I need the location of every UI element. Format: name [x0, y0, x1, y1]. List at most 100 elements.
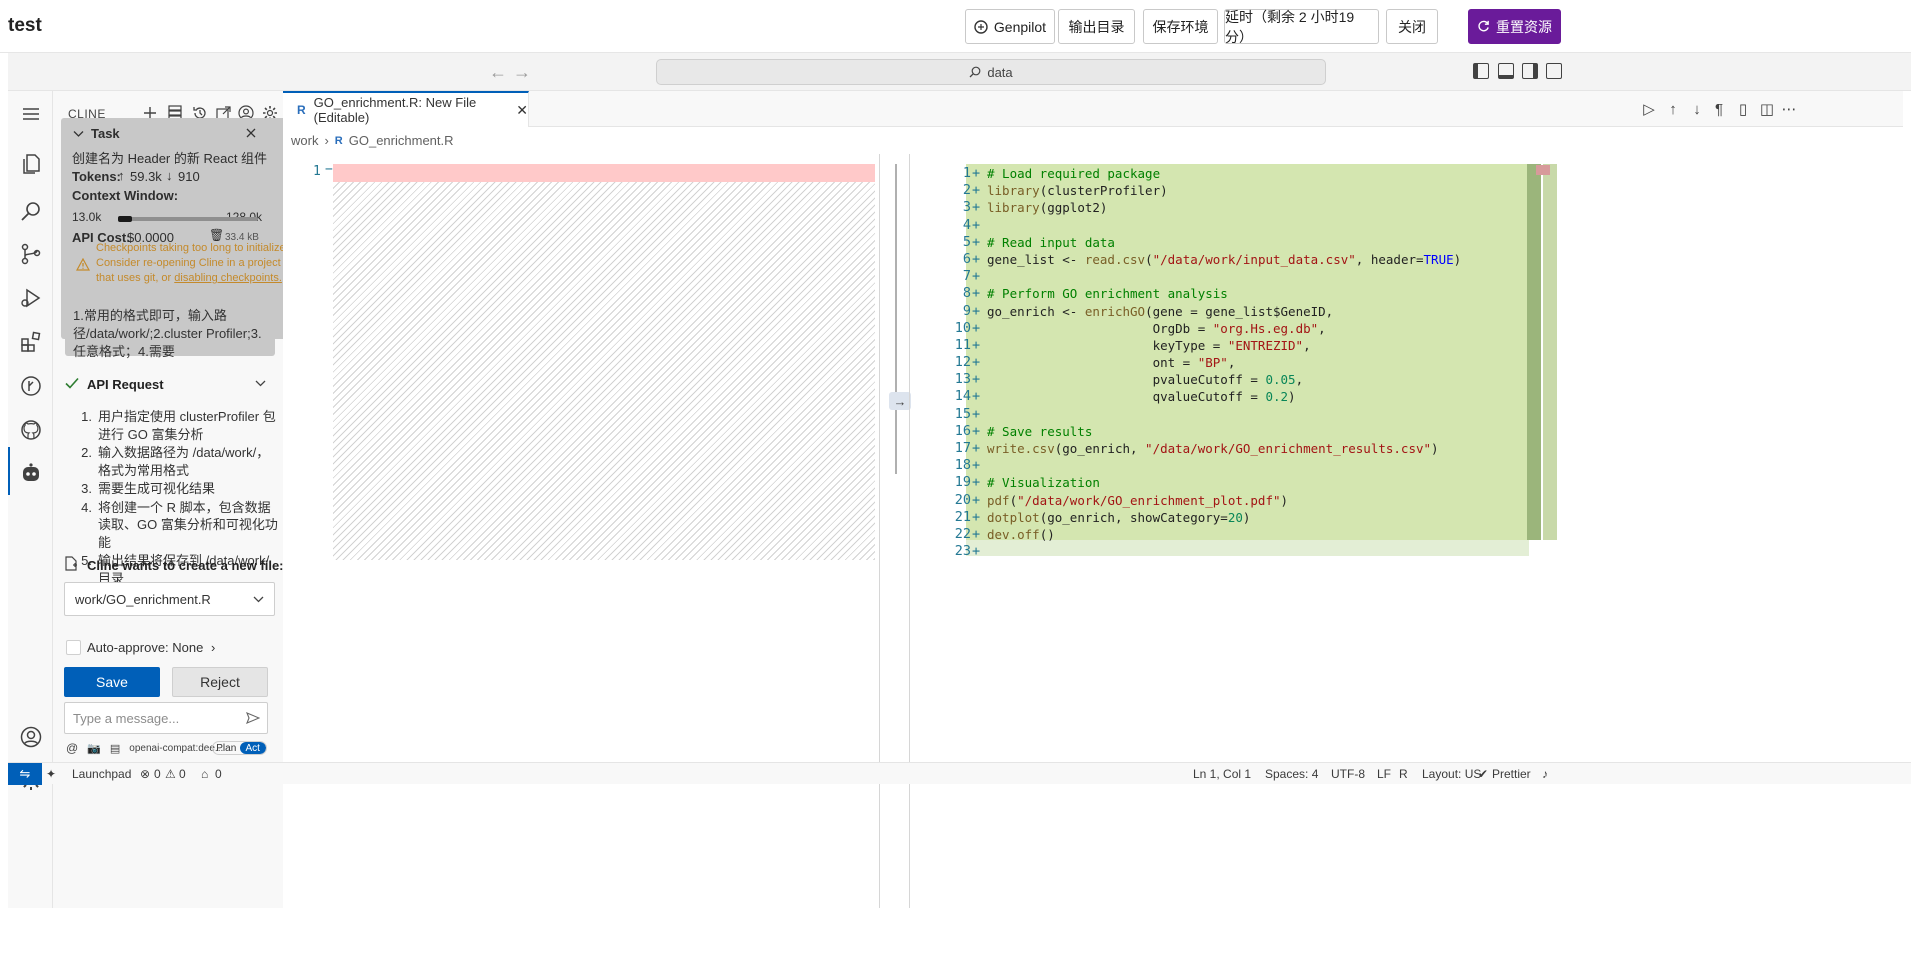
gitlens-icon[interactable] — [18, 373, 44, 399]
plan-act-toggle[interactable]: Plan Act — [212, 741, 267, 755]
model-icon[interactable]: ▤ — [110, 742, 120, 755]
model-selector[interactable]: openai-compat:dee... — [129, 743, 223, 754]
code-line[interactable]: 10 + OrgDb = "org.Hs.eg.db", — [883, 320, 1681, 337]
chevron-down-icon[interactable] — [255, 380, 266, 387]
back-arrow-icon[interactable]: ← — [489, 62, 507, 83]
prettier-check-icon[interactable]: ✔ — [1478, 767, 1488, 781]
forward-arrow-icon[interactable]: → — [513, 62, 531, 83]
code-line[interactable]: 7 + — [883, 268, 1681, 285]
menu-icon[interactable] — [18, 101, 44, 127]
code-line[interactable]: 20 + pdf("/data/work/GO_enrichment_plot.pd… — [883, 492, 1681, 509]
toggle-primary-sidebar-icon[interactable] — [1473, 63, 1489, 79]
customize-layout-icon[interactable] — [1546, 63, 1562, 79]
ports-count[interactable]: 0 — [215, 767, 222, 781]
code-line[interactable]: 8 + # Perform GO enrichment analysis — [883, 285, 1681, 302]
save-env-button[interactable]: 保存环境 — [1143, 9, 1218, 44]
save-button[interactable]: Save — [64, 667, 160, 697]
pilcrow-icon[interactable]: ¶ — [1711, 101, 1727, 118]
run-debug-icon[interactable] — [18, 285, 44, 311]
extend-time-button[interactable]: 延时（剩余 2 小时19 分） — [1224, 9, 1379, 45]
language-mode[interactable]: R — [1399, 767, 1408, 781]
launchpad-label[interactable]: Launchpad — [72, 767, 131, 781]
create-file-label: Cline wants to create a new file: — [87, 558, 284, 573]
close-tab-icon[interactable]: ✕ — [516, 102, 528, 119]
code-line[interactable]: 21 + dotplot(go_enrich, showCategory=20) — [883, 509, 1681, 526]
code-line[interactable]: 13 + pvalueCutoff = 0.05, — [883, 371, 1681, 388]
code-line[interactable]: 4 + — [883, 217, 1681, 234]
code-line[interactable]: 23 + — [883, 543, 1681, 560]
end-of-line[interactable]: LF — [1377, 767, 1391, 781]
warnings-icon[interactable]: ⚠ — [165, 767, 176, 781]
code-line[interactable]: 11 + keyType = "ENTREZID", — [883, 337, 1681, 354]
cursor-position[interactable]: Ln 1, Col 1 — [1193, 767, 1251, 781]
disable-checkpoints-link[interactable]: disabling checkpoints. — [174, 272, 282, 284]
command-center-search[interactable]: data — [656, 59, 1326, 85]
warnings-count[interactable]: 0 — [179, 767, 186, 781]
send-icon[interactable] — [246, 712, 260, 724]
prettier-label[interactable]: Prettier — [1492, 767, 1531, 781]
errors-icon[interactable]: ⊗ — [140, 767, 150, 781]
code-line[interactable]: 5 + # Read input data — [883, 234, 1681, 251]
code-line[interactable]: 16 + # Save results — [883, 423, 1681, 440]
toggle-panel-icon[interactable] — [1498, 63, 1514, 79]
reject-button[interactable]: Reject — [172, 667, 268, 697]
code-line[interactable]: 1 + # Load required package — [883, 165, 1681, 182]
diff-modified-pane[interactable]: 1 + # Load required package 2 + library(clust… — [923, 154, 1823, 908]
keyboard-layout[interactable]: Layout: US — [1422, 767, 1481, 781]
message-input[interactable]: Type a message... — [64, 702, 268, 734]
explorer-icon[interactable] — [18, 151, 44, 177]
plan-mode[interactable]: Plan — [213, 742, 240, 754]
map-icon[interactable]: ▯ — [1735, 101, 1751, 118]
auto-approve-checkbox[interactable] — [66, 640, 81, 655]
code-text: dev.off() — [987, 526, 1055, 542]
github-icon[interactable] — [18, 417, 44, 443]
editor-tab-go-enrichment[interactable]: R GO_enrichment.R: New File (Editable) ✕ — [283, 91, 529, 127]
mention-icon[interactable]: @ — [66, 741, 78, 755]
cline-icon[interactable] — [18, 460, 44, 486]
code-line[interactable]: 22 + dev.off() — [883, 526, 1681, 543]
code-line[interactable]: 9 + go_enrich <- enrichGO(gene = gene_list… — [883, 303, 1681, 320]
code-line[interactable]: 19 + # Visualization — [883, 474, 1681, 491]
close-button[interactable]: 关闭 — [1386, 9, 1438, 44]
accounts-icon[interactable] — [18, 724, 44, 750]
next-change-icon[interactable]: ↓ — [1689, 101, 1705, 118]
genpilot-button[interactable]: Genpilot — [965, 9, 1055, 44]
code-line[interactable]: 3 + library(ggplot2) — [883, 199, 1681, 216]
code-line[interactable]: 18 + — [883, 457, 1681, 474]
split-editor-icon[interactable]: ◫ — [1759, 101, 1775, 118]
act-mode[interactable]: Act — [239, 742, 266, 754]
notifications-bell-icon[interactable]: ♪ — [1542, 767, 1548, 781]
source-control-icon[interactable] — [18, 241, 44, 267]
trash-icon[interactable]: 🗑 — [209, 228, 224, 242]
breadcrumb-folder[interactable]: work — [291, 133, 318, 148]
auto-approve-label[interactable]: Auto-approve: None › — [87, 640, 215, 655]
camera-icon[interactable]: 📷 — [87, 742, 101, 755]
code-line[interactable]: 14 + qvalueCutoff = 0.2) — [883, 388, 1681, 405]
breadcrumb-file[interactable]: GO_enrichment.R — [349, 133, 454, 148]
code-line[interactable]: 12 + ont = "BP", — [883, 354, 1681, 371]
more-actions-icon[interactable]: ⋯ — [1781, 101, 1797, 118]
chevron-down-icon[interactable] — [73, 130, 84, 138]
remote-indicator-icon[interactable]: ⇋ — [8, 763, 42, 785]
encoding[interactable]: UTF-8 — [1331, 767, 1365, 781]
context-window-label: Context Window: — [72, 188, 179, 203]
diff-original-pane[interactable]: 1 − — [283, 154, 903, 908]
code-line[interactable]: 2 + library(clusterProfiler) — [883, 182, 1681, 199]
search-icon[interactable] — [18, 199, 44, 225]
output-dir-button[interactable]: 输出目录 — [1058, 9, 1135, 44]
run-icon[interactable]: ▷ — [1641, 101, 1657, 118]
code-line[interactable]: 15 + — [883, 406, 1681, 423]
file-path-dropdown[interactable]: work/GO_enrichment.R — [64, 582, 275, 616]
errors-count[interactable]: 0 — [154, 767, 161, 781]
launchpad-icon[interactable]: ✦ — [46, 767, 56, 781]
previous-change-icon[interactable]: ↑ — [1665, 101, 1681, 118]
code-line[interactable]: 6 + gene_list <- read.csv("/data/work/inpu… — [883, 251, 1681, 268]
indentation[interactable]: Spaces: 4 — [1265, 767, 1318, 781]
toggle-secondary-sidebar-icon[interactable] — [1522, 63, 1538, 79]
code-line[interactable]: 17 + write.csv(go_enrich, "/data/work/GO_e… — [883, 440, 1681, 457]
close-icon[interactable] — [246, 128, 256, 138]
ports-icon[interactable]: ⌂ — [201, 767, 208, 781]
minimap[interactable] — [1543, 164, 1557, 540]
reset-resource-button[interactable]: 重置资源 — [1468, 9, 1561, 44]
extensions-icon[interactable] — [18, 329, 44, 355]
